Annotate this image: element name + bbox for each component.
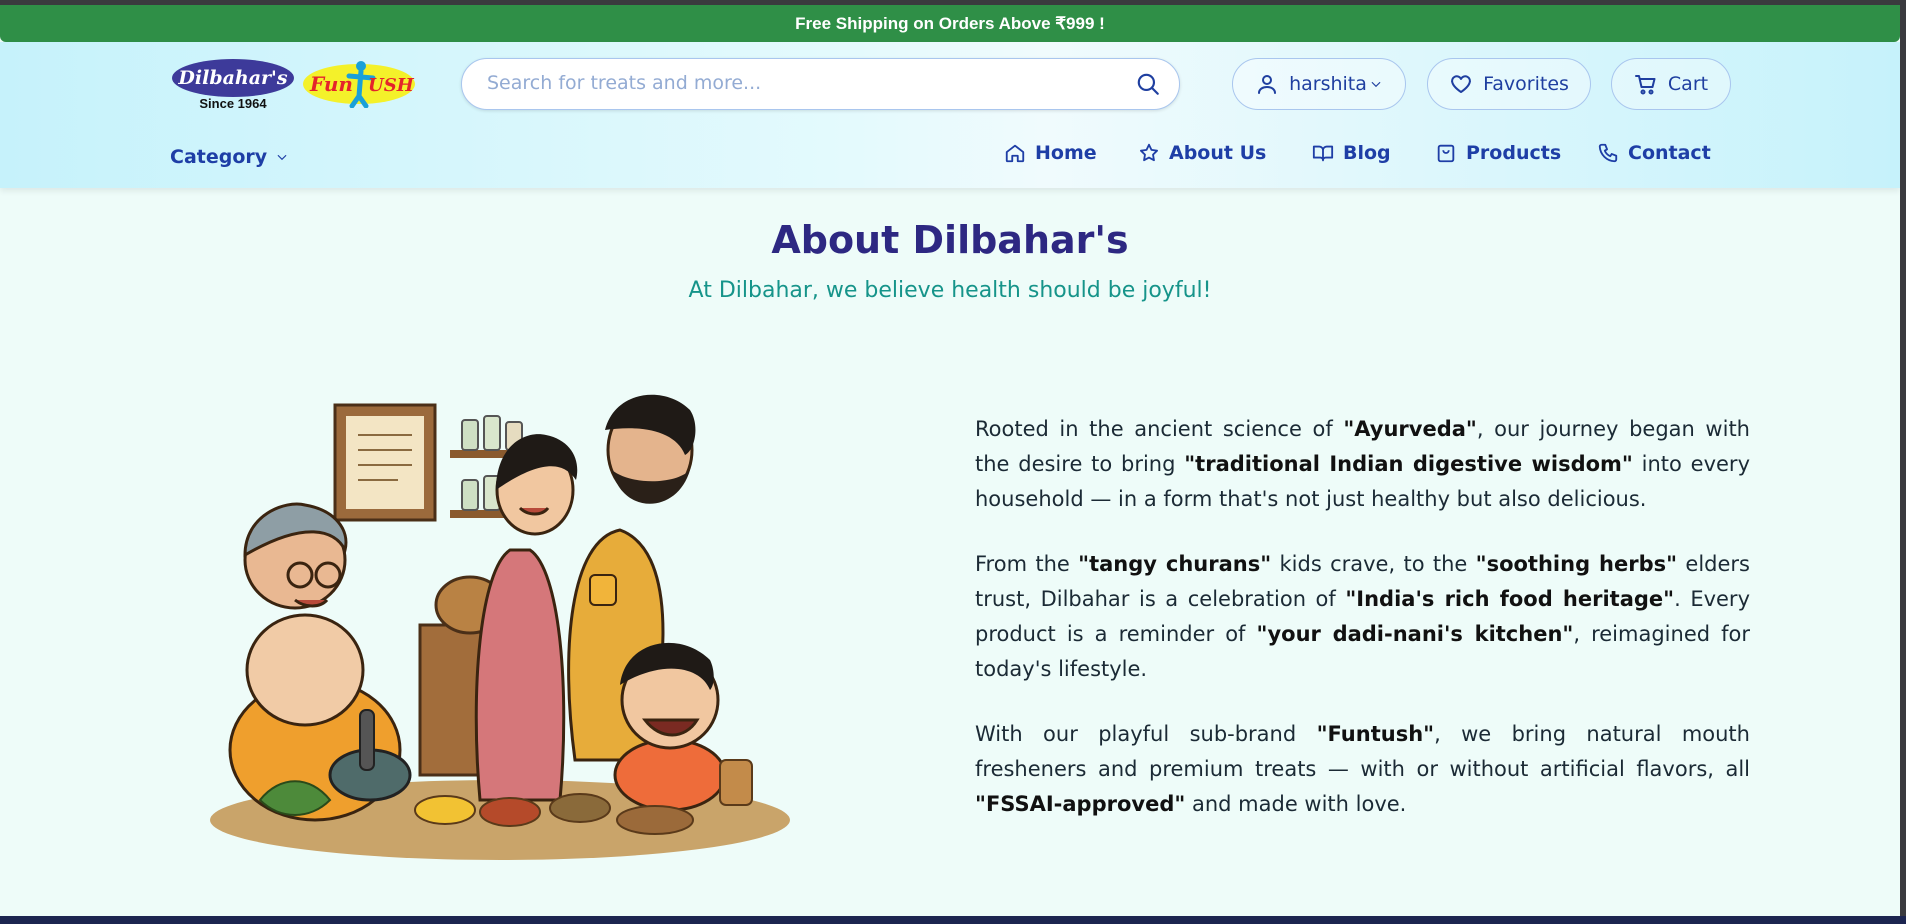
funtush-logo[interactable]: Fun USH <box>302 56 416 108</box>
window-top-edge <box>0 0 1906 5</box>
p2-text-a: From the <box>975 552 1079 576</box>
nav-home-label: Home <box>1035 142 1097 164</box>
home-icon <box>1005 144 1025 163</box>
search-icon[interactable] <box>1135 71 1161 97</box>
p2-text-c: kids crave, to the <box>1271 552 1476 576</box>
favorites-label: Favorites <box>1483 73 1569 95</box>
nav-about-label: About Us <box>1169 142 1267 164</box>
p1-highlight-ayurveda: "Ayurveda" <box>1343 417 1477 441</box>
category-label: Category <box>170 146 268 168</box>
free-shipping-banner: Free Shipping on Orders Above ₹999 ! <box>0 5 1900 42</box>
svg-text:USH: USH <box>368 75 415 96</box>
nav-contact-label: Contact <box>1628 142 1711 164</box>
p3-text-a: With our playful sub-brand <box>975 722 1317 746</box>
nav-products[interactable]: Products <box>1435 142 1561 164</box>
about-paragraph-2: From the "tangy churans" kids crave, to … <box>975 547 1750 687</box>
p2-highlight-herbs: "soothing herbs" <box>1475 552 1678 576</box>
about-paragraph-3: With our playful sub-brand "Funtush", we… <box>975 717 1750 822</box>
nav-contact[interactable]: Contact <box>1597 142 1711 164</box>
p3-highlight-funtush: "Funtush" <box>1316 722 1435 746</box>
cart-label: Cart <box>1667 73 1709 95</box>
page-subtitle: At Dilbahar, we believe health should be… <box>688 278 1212 303</box>
p2-highlight-kitchen: "your dadi-nani's kitchen" <box>1256 622 1574 646</box>
user-icon <box>1258 75 1277 94</box>
cart-button[interactable]: Cart <box>1611 58 1731 110</box>
p3-text-e: and made with love. <box>1185 792 1407 816</box>
about-paragraph-1: Rooted in the ancient science of "Ayurve… <box>975 412 1750 517</box>
chevron-down-icon <box>1371 81 1381 88</box>
nav-home[interactable]: Home <box>1004 142 1097 164</box>
banner-text: Free Shipping on Orders Above ₹999 ! <box>795 13 1105 33</box>
category-dropdown[interactable]: Category <box>170 146 289 168</box>
logo-since: Since 1964 <box>199 96 267 111</box>
nav-blog-label: Blog <box>1343 142 1391 164</box>
window-right-edge <box>1900 0 1906 924</box>
site-header: Dilbahar's Since 1964 Fun USH Search for… <box>0 42 1900 188</box>
footer-strip <box>0 916 1906 924</box>
p1-text-a: Rooted in the ancient science of <box>975 417 1344 441</box>
chevron-down-icon <box>277 154 287 161</box>
logo-brand: Dilbahar's <box>178 67 288 89</box>
account-username: harshita <box>1289 73 1367 95</box>
page-title: About Dilbahar's <box>771 218 1129 262</box>
p2-highlight-heritage: "India's rich food heritage" <box>1345 587 1675 611</box>
cart-icon <box>1634 75 1656 95</box>
p3-highlight-fssai: "FSSAI-approved" <box>975 792 1186 816</box>
search-bar[interactable]: Search for treats and more... <box>461 58 1180 110</box>
about-text: Rooted in the ancient science of "Ayurve… <box>975 412 1750 852</box>
p1-highlight-wisdom: "traditional Indian digestive wisdom" <box>1184 452 1633 476</box>
book-icon <box>1312 145 1334 162</box>
nav-about-us[interactable]: About Us <box>1138 142 1266 164</box>
favorites-button[interactable]: Favorites <box>1427 58 1591 110</box>
family-kitchen-illustration <box>210 394 790 860</box>
phone-icon <box>1598 143 1618 163</box>
dilbahar-logo[interactable]: Dilbahar's <box>172 59 294 97</box>
svg-text:Fun: Fun <box>309 72 353 96</box>
page: Free Shipping on Orders Above ₹999 ! Dil… <box>0 0 1900 916</box>
nav-blog[interactable]: Blog <box>1312 142 1391 164</box>
bag-icon <box>1437 144 1455 163</box>
nav-products-label: Products <box>1466 142 1562 164</box>
star-icon <box>1140 143 1158 162</box>
account-button[interactable]: harshita <box>1232 58 1406 110</box>
heart-icon <box>1451 75 1472 93</box>
p2-highlight-churans: "tangy churans" <box>1078 552 1272 576</box>
search-input[interactable]: Search for treats and more... <box>487 72 761 94</box>
